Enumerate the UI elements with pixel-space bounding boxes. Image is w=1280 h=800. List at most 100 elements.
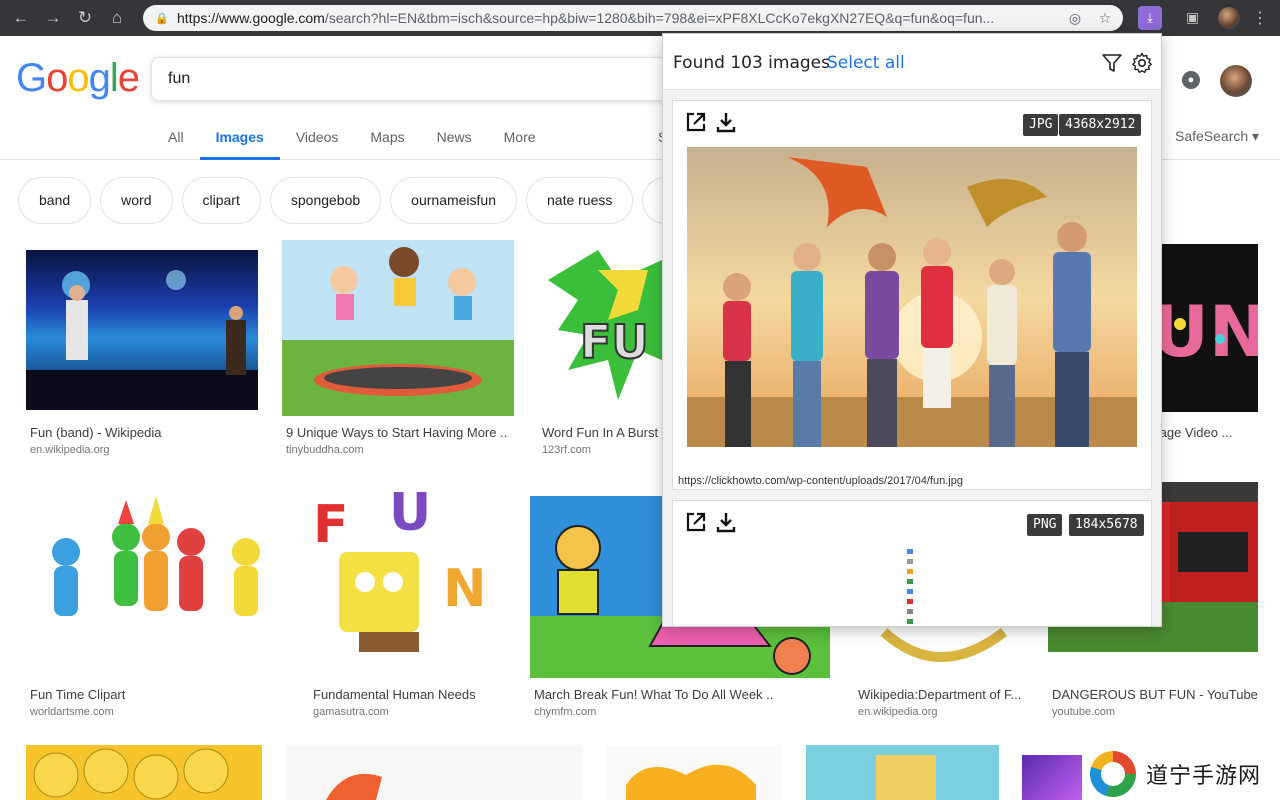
result-caption[interactable]: Wikipedia:Department of F... [858,687,1024,702]
result-caption[interactable]: Fundamental Human Needs [313,687,476,702]
address-bar[interactable]: 🔒 https://www.google.com/search?hl=EN&tb… [143,5,1123,31]
result-image[interactable]: FU [538,240,662,416]
reload-icon[interactable]: ↻ [74,7,96,29]
chip-word[interactable]: word [100,177,173,224]
lock-icon: 🔒 [155,13,169,25]
result-caption[interactable]: Fun (band) - Wikipedia [30,425,260,440]
result-image[interactable] [606,745,782,800]
open-in-new-icon[interactable] [685,511,707,533]
tab-all[interactable]: All [152,122,200,160]
svg-text:N: N [443,559,487,619]
result-source: en.wikipedia.org [858,706,938,718]
logo-letter: o [67,56,89,100]
result-image[interactable] [26,745,262,800]
forward-arrow-icon[interactable]: → [42,7,64,29]
result-source: gamasutra.com [313,706,389,718]
chip-ournameisfun[interactable]: ournameisfun [390,177,517,224]
result-caption[interactable]: DANGEROUS BUT FUN - YouTube [1052,687,1258,702]
result-image[interactable]: F U N [309,482,506,678]
filter-icon[interactable] [1101,52,1123,74]
image-card[interactable]: JPG 4368x2912 https://clickhowto.com/wp-… [672,100,1152,490]
tab-videos[interactable]: Videos [280,122,355,160]
star-icon[interactable]: ☆ [1097,10,1113,26]
result-caption[interactable]: 9 Unique Ways to Start Having More ... [286,425,508,440]
svg-text:U: U [389,483,431,543]
svg-text:FU: FU [580,315,649,369]
logo-letter: g [88,56,111,100]
popup-header: Found 103 images Select all [663,34,1161,90]
result-source: chymfm.com [534,706,597,718]
search-box[interactable] [151,57,691,101]
result-image[interactable] [282,240,514,416]
result-caption[interactable]: tage Video ... [1156,425,1256,440]
select-all-link[interactable]: Select all [827,53,905,73]
result-image[interactable] [1022,755,1082,800]
profile-avatar[interactable] [1218,7,1240,29]
download-icon[interactable] [715,511,737,533]
image-card[interactable]: PNG 184x5678 [672,500,1152,626]
address-url: https://www.google.com/search?hl=EN&tbm=… [177,10,995,26]
chip-spongebob[interactable]: spongebob [269,177,382,224]
logo-letter: l [109,56,119,100]
image-url[interactable]: https://clickhowto.com/wp-content/upload… [678,475,963,487]
result-caption[interactable]: Fun Time Clipart [30,687,125,702]
result-image[interactable] [26,482,285,678]
watermark-text: 道宁手游网 [1146,764,1262,789]
fun-letters-image: UN [1152,291,1258,373]
tab-news[interactable]: News [421,122,488,160]
fun-burst-image: FU [548,250,662,400]
search-input[interactable] [168,70,668,88]
gear-icon[interactable] [1131,52,1153,74]
home-icon[interactable]: ⌂ [106,7,128,29]
result-source: youtube.com [1052,706,1115,718]
chip-band[interactable]: band [18,177,92,224]
image-preview[interactable] [905,547,917,626]
safesearch-toggle[interactable]: SafeSearch ▾ [1175,128,1259,145]
location-icon[interactable]: ◎ [1067,10,1083,26]
google-logo[interactable]: Google [16,56,140,101]
cast-icon[interactable]: ▣ [1186,9,1204,25]
smiley-crowd-image [33,748,229,800]
related-search-chips: band word clipart spongebob ournameisfun nate… [18,177,701,224]
notification-bell-icon[interactable]: ● [1182,71,1200,89]
chip-clipart[interactable]: clipart [181,177,261,224]
tab-more[interactable]: More [488,122,552,160]
result-caption[interactable]: Word Fun In A Burst C [542,425,662,440]
format-badge: JPG [1023,114,1059,136]
menu-dots-icon[interactable]: ⋮ [1252,8,1268,28]
image-preview[interactable] [687,147,1137,447]
dimensions-badge: 4368x2912 [1059,114,1142,136]
svg-text:F: F [313,495,349,555]
paint-splash-image [626,764,756,800]
result-image[interactable] [806,745,999,800]
tab-images[interactable]: Images [199,122,281,160]
open-in-new-icon[interactable] [685,111,707,133]
orange-shape-image [326,773,382,800]
browser-toolbar: ← → ↻ ⌂ 🔒 https://www.google.com/search?… [0,0,1280,36]
result-image[interactable]: UN [1150,244,1258,412]
back-arrow-icon[interactable]: ← [10,7,32,29]
tall-strip-image [907,549,913,624]
format-badge: PNG [1027,514,1063,536]
logo-letter: G [16,56,47,100]
download-extension-icon[interactable]: ⤓ [1138,6,1162,30]
result-source: tinybuddha.com [286,444,364,456]
tab-maps[interactable]: Maps [354,122,420,160]
chip-nate-ruess[interactable]: nate ruess [526,177,634,224]
spongebob-fun-image: F U N [313,483,487,652]
download-icon[interactable] [715,111,737,133]
account-avatar[interactable] [1220,65,1252,97]
result-caption[interactable]: March Break Fun! What To Do All Week ... [534,687,774,702]
result-image[interactable] [286,745,582,800]
cartoon-scene-image [876,755,936,800]
result-image[interactable] [26,250,258,410]
search-tabs: All Images Videos Maps News More [152,122,552,160]
svg-text:UN: UN [1152,291,1258,373]
result-source: worldartsme.com [30,706,114,718]
kids-trampoline-image [282,247,514,416]
image-downloader-popup: Found 103 images Select all JPG 4368x291… [662,33,1162,627]
party-figures-image [52,496,260,616]
result-source: 123rf.com [542,444,591,456]
concert-image [26,270,258,410]
found-count: Found 103 images [673,53,830,73]
